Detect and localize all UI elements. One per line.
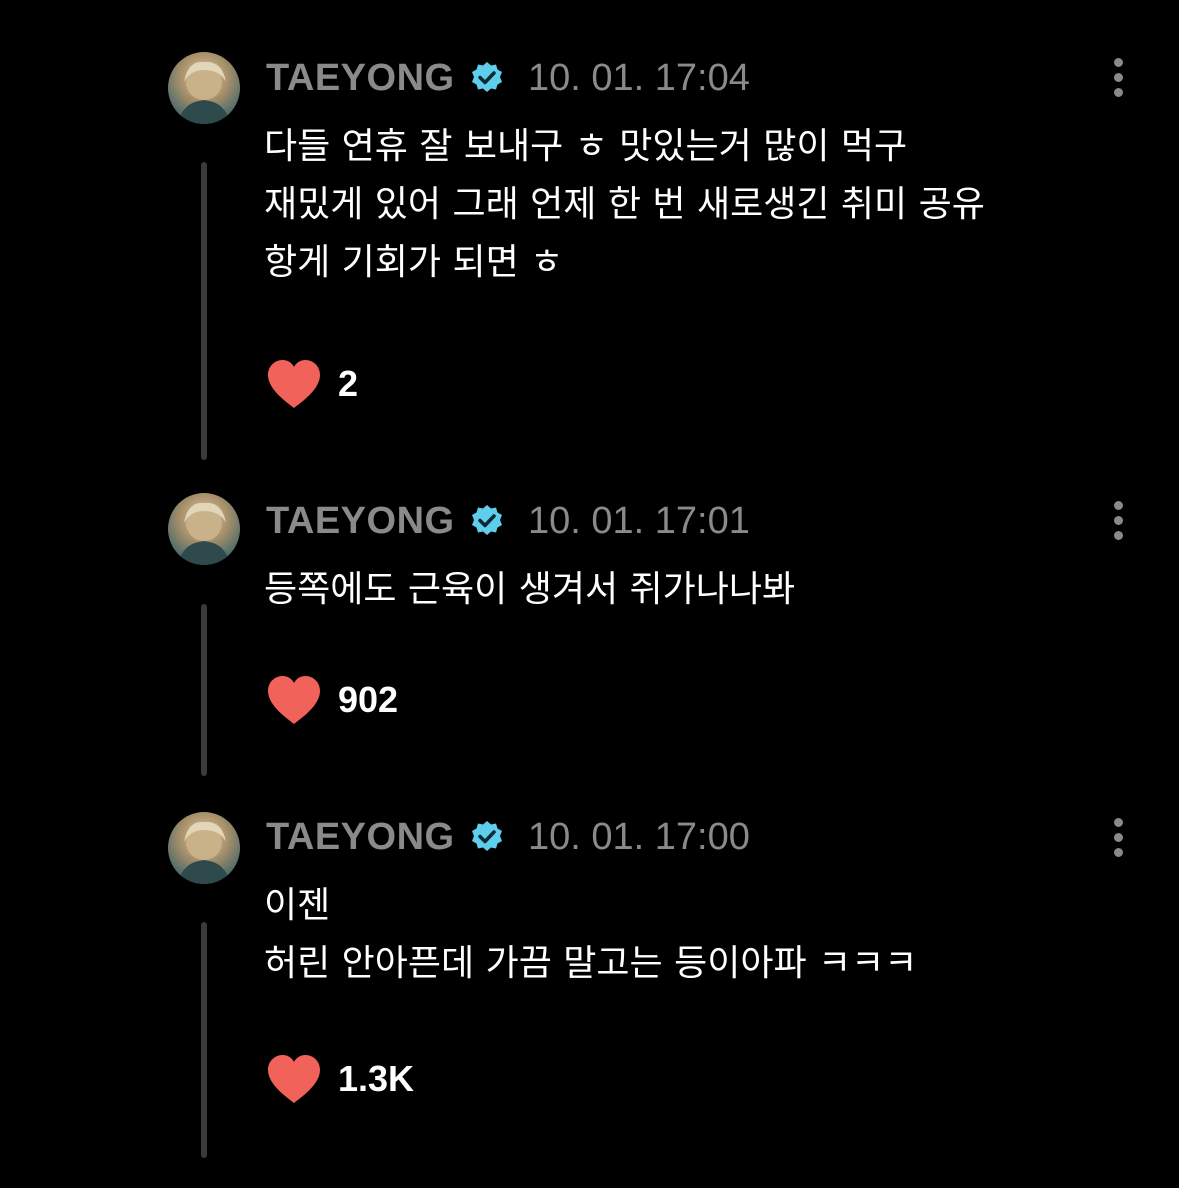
post-timestamp: 10. 01. 17:01 (528, 500, 750, 542)
heart-icon (268, 360, 320, 408)
author-name[interactable]: TAEYONG (266, 499, 455, 543)
like-count: 2 (338, 363, 359, 404)
avatar[interactable] (168, 812, 240, 884)
thread-line (201, 604, 207, 776)
post-body-line: 등쪽에도 근육이 생겨서 쥐가나나봐 (264, 569, 796, 610)
heart-icon (268, 1055, 320, 1103)
post-body-line: 허린 안아픈데 가끔 말고는 등이아파 ㅋㅋㅋ (264, 943, 918, 984)
heart-icon (268, 676, 320, 724)
post-timestamp: 10. 01. 17:04 (528, 57, 750, 99)
more-options-icon[interactable] (1108, 501, 1130, 541)
post-body: 등쪽에도 근육이 생겨서 쥐가나나봐 (264, 561, 795, 619)
thread-line (201, 922, 207, 1158)
like-count: 902 (338, 679, 399, 720)
post-body: 다들 연휴 잘 보내구 ㅎ 맛있는거 많이 먹구 재밌게 있어 그래 언제 한 … (264, 118, 985, 292)
avatar[interactable] (168, 493, 240, 565)
post-body-line: 항게 기회가 되면 ㅎ (264, 242, 564, 283)
verified-badge-icon (472, 821, 502, 851)
post-timestamp: 10. 01. 17:00 (528, 816, 750, 858)
author-name[interactable]: TAEYONG (266, 815, 455, 859)
post-body-line: 이젠 (264, 885, 331, 926)
avatar[interactable] (168, 52, 240, 124)
more-options-icon[interactable] (1108, 818, 1130, 858)
post-body-line: 재밌게 있어 그래 언제 한 번 새로생긴 취미 공유 (264, 184, 985, 225)
verified-badge-icon (472, 62, 502, 92)
thread-line (201, 162, 207, 460)
more-options-icon[interactable] (1108, 58, 1130, 98)
author-name[interactable]: TAEYONG (266, 56, 455, 100)
post-body-line: 다들 연휴 잘 보내구 ㅎ 맛있는거 많이 먹구 (264, 126, 908, 167)
verified-badge-icon (472, 505, 502, 535)
like-count: 1.3K (338, 1058, 415, 1099)
post-body: 이젠 허린 안아픈데 가끔 말고는 등이아파 ㅋㅋㅋ (264, 877, 917, 993)
